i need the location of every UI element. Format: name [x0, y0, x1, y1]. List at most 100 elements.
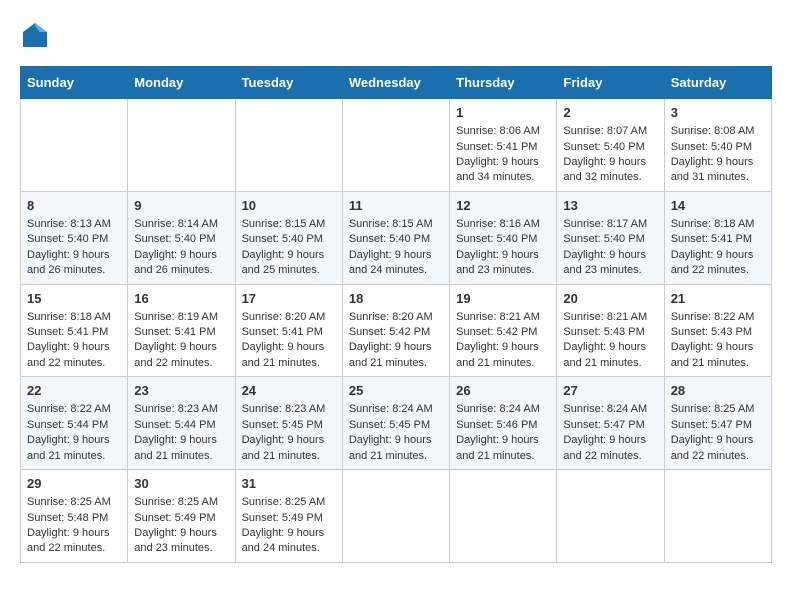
calendar-day-cell: 2 Sunrise: 8:07 AM Sunset: 5:40 PM Dayli…: [557, 99, 664, 192]
calendar-day-cell: 24 Sunrise: 8:23 AM Sunset: 5:45 PM Dayl…: [235, 377, 342, 470]
sunset: Sunset: 5:47 PM: [563, 419, 644, 431]
daylight: Daylight: 9 hours and 31 minutes.: [671, 156, 754, 183]
daylight: Daylight: 9 hours and 23 minutes.: [456, 249, 539, 276]
sunset: Sunset: 5:40 PM: [671, 141, 752, 153]
day-of-week-header: Tuesday: [235, 67, 342, 99]
calendar-day-cell: 19 Sunrise: 8:21 AM Sunset: 5:42 PM Dayl…: [450, 284, 557, 377]
sunrise: Sunrise: 8:21 AM: [456, 311, 540, 323]
sunrise: Sunrise: 8:23 AM: [134, 403, 218, 415]
empty-cell: [664, 470, 771, 563]
empty-cell: [557, 470, 664, 563]
sunset: Sunset: 5:44 PM: [27, 419, 108, 431]
calendar-header: SundayMondayTuesdayWednesdayThursdayFrid…: [21, 67, 772, 99]
daylight: Daylight: 9 hours and 22 minutes.: [671, 434, 754, 461]
calendar-week-row: 22 Sunrise: 8:22 AM Sunset: 5:44 PM Dayl…: [21, 377, 772, 470]
sunrise: Sunrise: 8:24 AM: [349, 403, 433, 415]
calendar-day-cell: 3 Sunrise: 8:08 AM Sunset: 5:40 PM Dayli…: [664, 99, 771, 192]
sunset: Sunset: 5:40 PM: [456, 233, 537, 245]
daylight: Daylight: 9 hours and 23 minutes.: [563, 249, 646, 276]
logo: [20, 20, 54, 50]
calendar-day-cell: 28 Sunrise: 8:25 AM Sunset: 5:47 PM Dayl…: [664, 377, 771, 470]
day-number: 22: [27, 382, 121, 400]
sunset: Sunset: 5:40 PM: [242, 233, 323, 245]
calendar-day-cell: 10 Sunrise: 8:15 AM Sunset: 5:40 PM Dayl…: [235, 191, 342, 284]
daylight: Daylight: 9 hours and 22 minutes.: [27, 527, 110, 554]
day-number: 21: [671, 290, 765, 308]
day-number: 29: [27, 475, 121, 493]
day-number: 28: [671, 382, 765, 400]
daylight: Daylight: 9 hours and 22 minutes.: [563, 434, 646, 461]
calendar-day-cell: 13 Sunrise: 8:17 AM Sunset: 5:40 PM Dayl…: [557, 191, 664, 284]
day-number: 30: [134, 475, 228, 493]
sunset: Sunset: 5:40 PM: [134, 233, 215, 245]
day-number: 12: [456, 197, 550, 215]
sunset: Sunset: 5:41 PM: [27, 326, 108, 338]
calendar-week-row: 8 Sunrise: 8:13 AM Sunset: 5:40 PM Dayli…: [21, 191, 772, 284]
day-number: 2: [563, 104, 657, 122]
day-number: 10: [242, 197, 336, 215]
day-number: 20: [563, 290, 657, 308]
calendar-day-cell: [342, 99, 449, 192]
daylight: Daylight: 9 hours and 21 minutes.: [349, 341, 432, 368]
calendar-day-cell: 23 Sunrise: 8:23 AM Sunset: 5:44 PM Dayl…: [128, 377, 235, 470]
calendar-day-cell: 1 Sunrise: 8:06 AM Sunset: 5:41 PM Dayli…: [450, 99, 557, 192]
day-number: 14: [671, 197, 765, 215]
calendar-day-cell: 31 Sunrise: 8:25 AM Sunset: 5:49 PM Dayl…: [235, 470, 342, 563]
day-number: 24: [242, 382, 336, 400]
sunset: Sunset: 5:41 PM: [242, 326, 323, 338]
day-number: 31: [242, 475, 336, 493]
sunrise: Sunrise: 8:22 AM: [671, 311, 755, 323]
day-of-week-header: Thursday: [450, 67, 557, 99]
sunrise: Sunrise: 8:16 AM: [456, 218, 540, 230]
calendar-day-cell: 30 Sunrise: 8:25 AM Sunset: 5:49 PM Dayl…: [128, 470, 235, 563]
sunrise: Sunrise: 8:25 AM: [671, 403, 755, 415]
sunset: Sunset: 5:42 PM: [456, 326, 537, 338]
sunrise: Sunrise: 8:20 AM: [349, 311, 433, 323]
daylight: Daylight: 9 hours and 21 minutes.: [456, 434, 539, 461]
day-number: 11: [349, 197, 443, 215]
daylight: Daylight: 9 hours and 21 minutes.: [134, 434, 217, 461]
sunrise: Sunrise: 8:24 AM: [563, 403, 647, 415]
sunset: Sunset: 5:48 PM: [27, 512, 108, 524]
daylight: Daylight: 9 hours and 22 minutes.: [671, 249, 754, 276]
sunset: Sunset: 5:40 PM: [563, 233, 644, 245]
daylight: Daylight: 9 hours and 21 minutes.: [349, 434, 432, 461]
daylight: Daylight: 9 hours and 24 minutes.: [349, 249, 432, 276]
sunrise: Sunrise: 8:23 AM: [242, 403, 326, 415]
daylight: Daylight: 9 hours and 21 minutes.: [27, 434, 110, 461]
calendar-table: SundayMondayTuesdayWednesdayThursdayFrid…: [20, 66, 772, 563]
logo-icon: [20, 20, 50, 50]
sunset: Sunset: 5:43 PM: [563, 326, 644, 338]
empty-cell: [450, 470, 557, 563]
daylight: Daylight: 9 hours and 26 minutes.: [134, 249, 217, 276]
day-number: 26: [456, 382, 550, 400]
sunrise: Sunrise: 8:17 AM: [563, 218, 647, 230]
day-number: 23: [134, 382, 228, 400]
calendar-day-cell: 9 Sunrise: 8:14 AM Sunset: 5:40 PM Dayli…: [128, 191, 235, 284]
sunrise: Sunrise: 8:18 AM: [671, 218, 755, 230]
day-number: 18: [349, 290, 443, 308]
sunrise: Sunrise: 8:08 AM: [671, 125, 755, 137]
day-of-week-header: Saturday: [664, 67, 771, 99]
sunrise: Sunrise: 8:14 AM: [134, 218, 218, 230]
sunrise: Sunrise: 8:18 AM: [27, 311, 111, 323]
day-number: 9: [134, 197, 228, 215]
daylight: Daylight: 9 hours and 34 minutes.: [456, 156, 539, 183]
header-row: SundayMondayTuesdayWednesdayThursdayFrid…: [21, 67, 772, 99]
sunrise: Sunrise: 8:15 AM: [242, 218, 326, 230]
calendar-week-row: 15 Sunrise: 8:18 AM Sunset: 5:41 PM Dayl…: [21, 284, 772, 377]
sunset: Sunset: 5:43 PM: [671, 326, 752, 338]
sunrise: Sunrise: 8:21 AM: [563, 311, 647, 323]
calendar-day-cell: 8 Sunrise: 8:13 AM Sunset: 5:40 PM Dayli…: [21, 191, 128, 284]
calendar-day-cell: 12 Sunrise: 8:16 AM Sunset: 5:40 PM Dayl…: [450, 191, 557, 284]
daylight: Daylight: 9 hours and 24 minutes.: [242, 527, 325, 554]
day-number: 25: [349, 382, 443, 400]
calendar-day-cell: 27 Sunrise: 8:24 AM Sunset: 5:47 PM Dayl…: [557, 377, 664, 470]
sunrise: Sunrise: 8:24 AM: [456, 403, 540, 415]
empty-cell: [128, 99, 235, 192]
page-header: [20, 20, 772, 50]
calendar-day-cell: 11 Sunrise: 8:15 AM Sunset: 5:40 PM Dayl…: [342, 191, 449, 284]
sunset: Sunset: 5:49 PM: [242, 512, 323, 524]
empty-cell: [21, 99, 128, 192]
sunset: Sunset: 5:41 PM: [671, 233, 752, 245]
